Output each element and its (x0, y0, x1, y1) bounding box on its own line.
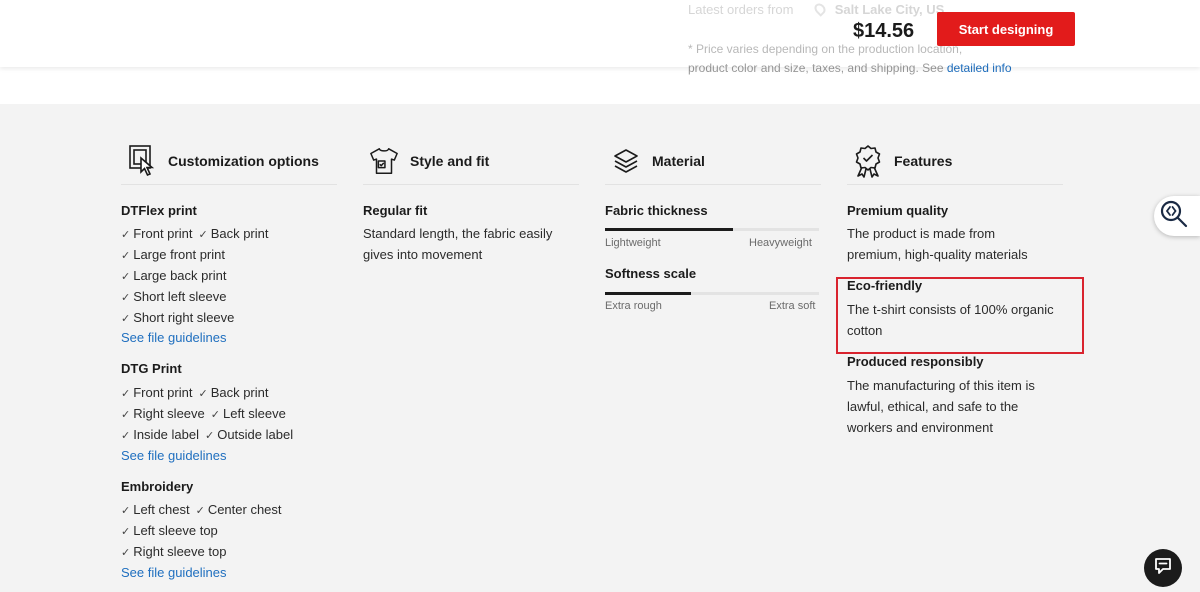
dtg-row-3: Inside label Outside label (121, 424, 293, 447)
chat-button[interactable] (1144, 549, 1182, 587)
sticky-purchase-bar: $14.56 Start designing (0, 0, 1200, 67)
dtflex-row-4: Short left sleeve (121, 286, 226, 309)
softness-scale (605, 292, 819, 295)
produced-responsibly-line-3: workers and environment (847, 420, 993, 435)
softness-scale-title: Softness scale (605, 266, 697, 281)
dtg-file-guidelines-link[interactable]: See file guidelines (121, 448, 227, 463)
accessibility-tab-button[interactable] (1154, 196, 1200, 236)
thickness-min-label: Lightweight (605, 237, 661, 249)
accessibility-search-icon (1159, 199, 1189, 234)
produced-responsibly-line-2: lawful, ethical, and safe to the (847, 399, 1019, 414)
option-short-left-sleeve: Short left sleeve (121, 289, 226, 304)
option-inside-label: Inside label (121, 427, 199, 442)
features-column: Features (847, 138, 1063, 185)
features-header: Features (847, 138, 1063, 185)
produced-responsibly-line-1: The manufacturing of this item is (847, 378, 1035, 393)
option-outside-label: Outside label (205, 427, 293, 442)
softness-min-label: Extra rough (605, 300, 662, 312)
option-right-sleeve: Right sleeve (121, 406, 205, 421)
fit-description-line-1: Standard length, the fabric easily (363, 226, 553, 241)
option-front-print: Front print (121, 226, 192, 241)
customization-title: Customization options (168, 153, 319, 169)
dtg-title: DTG Print (121, 361, 182, 376)
dtflex-file-guidelines-link[interactable]: See file guidelines (121, 330, 227, 345)
material-title: Material (652, 153, 705, 169)
dtflex-row-2: Large front print (121, 244, 225, 267)
customize-cursor-icon (127, 144, 157, 178)
fit-description-line-2: gives into movement (363, 247, 483, 262)
embroidery-file-guidelines-link[interactable]: See file guidelines (121, 565, 227, 580)
customization-header: Customization options (121, 138, 337, 185)
dtg-row-2: Right sleeve Left sleeve (121, 403, 286, 426)
option-left-sleeve: Left sleeve (211, 406, 286, 421)
softness-max-label: Extra soft (769, 300, 816, 312)
premium-quality-title: Premium quality (847, 203, 949, 218)
dtg-row-1: Front print Back print (121, 382, 269, 405)
embroidery-row-1: Left chest Center chest (121, 499, 282, 522)
dtflex-row-5: Short right sleeve (121, 307, 234, 330)
regular-fit-title: Regular fit (363, 203, 428, 218)
option-center-chest: Center chest (196, 502, 282, 517)
dtflex-title: DTFlex print (121, 203, 197, 218)
award-badge-icon (853, 144, 883, 178)
fabric-thickness-scale (605, 228, 819, 231)
embroidery-row-2: Left sleeve top (121, 520, 218, 543)
option-left-sleeve-top: Left sleeve top (121, 523, 218, 538)
embroidery-title: Embroidery (121, 479, 194, 494)
option-back-print: Back print (198, 385, 268, 400)
product-price: $14.56 (853, 20, 915, 42)
produced-responsibly-title: Produced responsibly (847, 354, 984, 369)
layers-icon (611, 144, 641, 178)
material-header: Material (605, 138, 821, 185)
start-designing-button[interactable]: Start designing (937, 12, 1075, 46)
option-left-chest: Left chest (121, 502, 190, 517)
dtflex-row-3: Large back print (121, 265, 226, 288)
style-fit-title: Style and fit (410, 153, 490, 169)
premium-quality-line-1: The product is made from (847, 226, 996, 241)
option-back-print: Back print (198, 226, 268, 241)
style-fit-column: Style and fit (363, 138, 579, 185)
top-section: Latest orders from Salt Lake City, US * … (0, 0, 1200, 104)
option-right-sleeve-top: Right sleeve top (121, 544, 226, 559)
thickness-max-label: Heavyweight (749, 237, 812, 249)
customization-options-column: Customization options (121, 138, 337, 185)
embroidery-row-3: Right sleeve top (121, 541, 226, 564)
dtflex-row-1: Front print Back print (121, 223, 269, 246)
softness-scale-fill (605, 292, 691, 295)
tshirt-icon (369, 144, 399, 178)
fabric-thickness-fill (605, 228, 734, 231)
option-large-front-print: Large front print (121, 247, 225, 262)
option-short-right-sleeve: Short right sleeve (121, 310, 234, 325)
style-fit-header: Style and fit (363, 138, 579, 185)
option-large-back-print: Large back print (121, 268, 226, 283)
eco-friendly-highlight-box (836, 277, 1084, 354)
premium-quality-line-2: premium, high-quality materials (847, 247, 1028, 262)
material-column: Material (605, 138, 821, 185)
fabric-thickness-title: Fabric thickness (605, 203, 708, 218)
option-front-print: Front print (121, 385, 192, 400)
chat-bubble-icon (1153, 556, 1173, 581)
features-title: Features (894, 153, 953, 169)
